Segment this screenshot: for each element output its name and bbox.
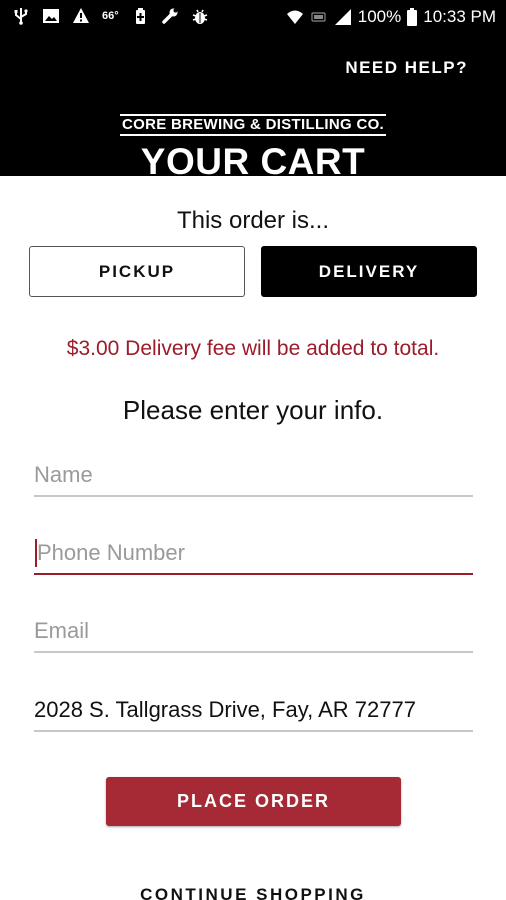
battery-icon [407, 8, 418, 26]
clock-text: 10:33 PM [423, 7, 496, 26]
wrench-icon [161, 7, 179, 25]
delivery-fee-notice: $3.00 Delivery fee will be added to tota… [66, 337, 440, 360]
wifi-icon [286, 8, 304, 26]
battery-saver-icon [131, 7, 149, 25]
address-input[interactable] [34, 690, 473, 730]
address-field-container [34, 690, 473, 732]
name-field-container [34, 455, 473, 497]
page-title: YOUR CART [140, 141, 366, 176]
status-bar-system: 100% 10:33 PM [286, 7, 496, 27]
brand-name: CORE BREWING & DISTILLING CO. [119, 114, 387, 136]
info-prompt: Please enter your info. [122, 395, 384, 425]
status-bar: 66° 100% 10:33 PM [0, 0, 506, 34]
warning-icon [72, 7, 90, 25]
delivery-button[interactable]: DELIVERY [261, 246, 477, 297]
text-cursor [35, 539, 37, 567]
order-type-prompt: This order is... [176, 207, 330, 234]
signal-icon [334, 8, 352, 26]
name-input[interactable] [34, 455, 473, 495]
phone-field-container [34, 533, 473, 575]
email-input[interactable] [34, 611, 473, 651]
phone-number-input[interactable] [34, 533, 473, 573]
brand-logo: CORE BREWING & DISTILLING CO. [0, 114, 506, 136]
continue-shopping-link[interactable]: CONTINUE SHOPPING [0, 885, 506, 900]
image-icon [42, 7, 60, 25]
temperature-text: 66° [102, 10, 119, 22]
app-header: NEED HELP? CORE BREWING & DISTILLING CO.… [0, 34, 506, 176]
usb-icon [12, 7, 30, 25]
battery-percent-text: 100% [357, 7, 402, 26]
network-icon [310, 8, 328, 26]
pickup-button[interactable]: PICKUP [29, 246, 245, 297]
place-order-button[interactable]: PLACE ORDER [106, 777, 401, 826]
need-help-link[interactable]: NEED HELP? [345, 58, 468, 78]
email-field-container [34, 611, 473, 653]
status-bar-notifications: 66° [12, 7, 209, 25]
bug-icon [191, 7, 209, 25]
